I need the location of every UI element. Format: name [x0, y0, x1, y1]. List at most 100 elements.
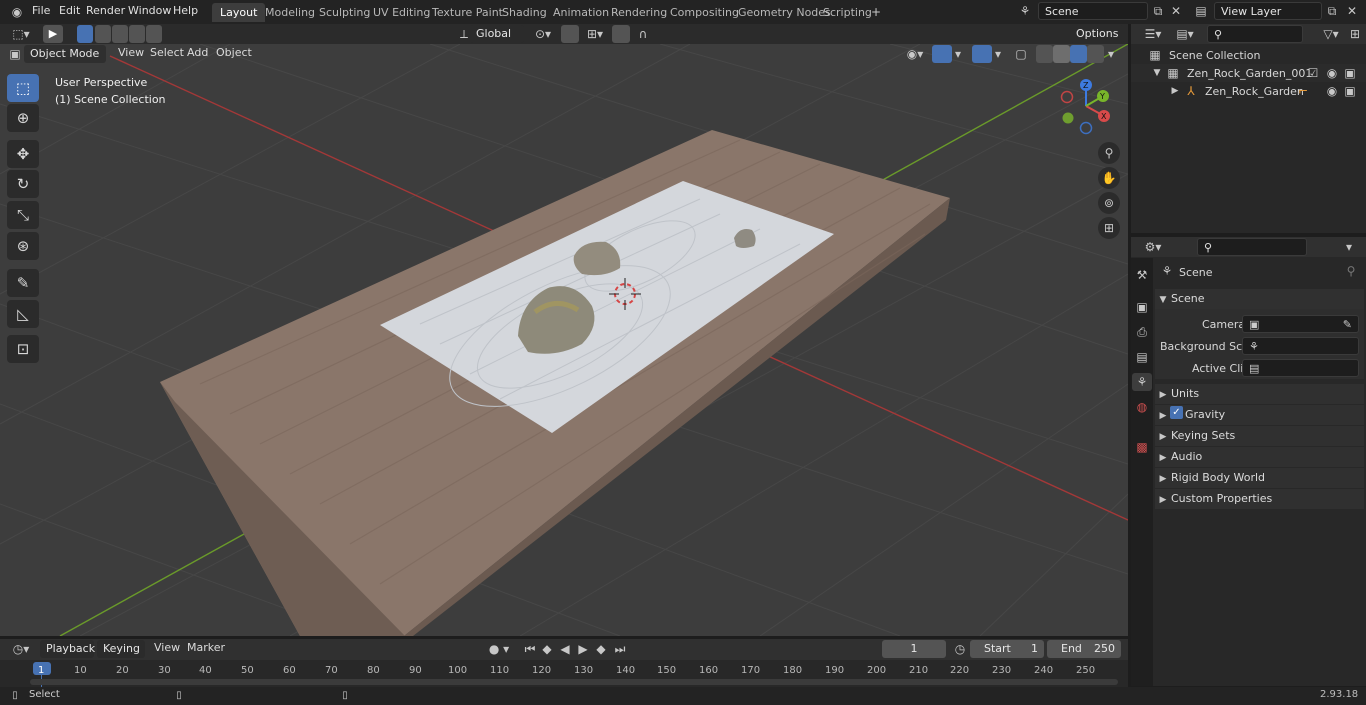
scene-panel-header[interactable]: ▼ Scene	[1155, 289, 1364, 309]
rigid-body-world-panel[interactable]: ▶ Rigid Body World	[1155, 468, 1364, 488]
view-layer-tab-icon[interactable]: ▤	[1134, 348, 1150, 366]
tool-tab-icon[interactable]: ⚒	[1134, 266, 1150, 284]
menu-window[interactable]: Window	[128, 4, 171, 17]
annotate-tool-icon[interactable]: ✎	[7, 269, 39, 297]
units-panel[interactable]: ▶ Units	[1155, 384, 1364, 404]
properties-search-input[interactable]: ⚲	[1197, 238, 1307, 256]
select-invert-icon[interactable]	[129, 25, 145, 43]
editor-type-icon[interactable]: ⬚▾	[8, 25, 34, 43]
gizmo-toggle-icon[interactable]	[932, 45, 952, 63]
texture-tab-icon[interactable]: ▩	[1134, 438, 1150, 456]
panel-collapse-icon[interactable]: ▼	[1158, 291, 1168, 309]
start-frame-field[interactable]: Start 1	[970, 640, 1044, 658]
expand-arrow-icon[interactable]: ▼	[1151, 64, 1163, 82]
proportional-edit-icon[interactable]	[612, 25, 630, 43]
keying-menu[interactable]: Keying	[97, 640, 145, 658]
transform-orientation-dropdown[interactable]: Global	[470, 25, 524, 43]
camera-render-icon[interactable]: ▣	[1342, 82, 1358, 100]
pin-icon[interactable]: ⚲	[1343, 262, 1359, 280]
custom-properties-panel[interactable]: ▶ Custom Properties	[1155, 489, 1364, 509]
world-tab-icon[interactable]: ◍	[1134, 398, 1150, 416]
properties-options-icon[interactable]: ▾	[1341, 238, 1357, 256]
add-cube-tool-icon[interactable]: ⊡	[7, 335, 39, 363]
select-box-tool-icon[interactable]: ⬚	[7, 74, 39, 102]
blender-logo-icon[interactable]: ◉	[8, 3, 26, 21]
gizmo-dropdown-icon[interactable]: ▾	[952, 45, 964, 63]
outliner-row-collection[interactable]: ▼ ▦ Zen_Rock_Garden_001 ☑ ◉ ▣	[1131, 64, 1366, 82]
delete-view-layer-icon[interactable]: ✕	[1344, 2, 1360, 20]
panel-expand-icon[interactable]: ▶	[1158, 470, 1168, 488]
scale-tool-icon[interactable]: ⤡	[7, 201, 39, 229]
expand-arrow-icon[interactable]: ▶	[1169, 82, 1181, 100]
panel-expand-icon[interactable]: ▶	[1158, 407, 1168, 425]
snap-toggle-icon[interactable]	[561, 25, 579, 43]
measure-tool-icon[interactable]: ◺	[7, 300, 39, 328]
panel-expand-icon[interactable]: ▶	[1158, 428, 1168, 446]
outliner-row-object[interactable]: ▶ ⅄ Zen_Rock_Garden ⌐ ◉ ▣	[1131, 82, 1366, 100]
output-tab-icon[interactable]: ⎙	[1134, 323, 1150, 341]
view-layer-field[interactable]: View Layer	[1214, 2, 1322, 20]
select-intersect-icon[interactable]	[146, 25, 162, 43]
select-new-icon[interactable]	[77, 25, 93, 43]
viewport-menu-object[interactable]: Object	[216, 46, 252, 59]
overlays-toggle-icon[interactable]	[972, 45, 992, 63]
shading-dropdown-icon[interactable]: ▾	[1105, 45, 1117, 63]
viewport-menu-select[interactable]: Select	[150, 46, 184, 59]
display-mode-icon[interactable]: ▤▾	[1171, 25, 1199, 43]
eye-icon[interactable]: ◉	[1324, 82, 1340, 100]
camera-render-icon[interactable]: ▣	[1342, 64, 1358, 82]
view-layer-selector-icon[interactable]: ▤	[1190, 2, 1212, 20]
scene-tab-icon[interactable]: ⚘	[1132, 373, 1152, 391]
options-dropdown[interactable]: Options	[1070, 25, 1124, 43]
cursor-tool-icon[interactable]: ⊕	[7, 104, 39, 132]
gravity-checkbox[interactable]: ✓	[1170, 406, 1183, 419]
outliner-search-input[interactable]: ⚲	[1207, 25, 1303, 43]
select-extend-icon[interactable]	[95, 25, 111, 43]
falloff-icon[interactable]: ∩	[632, 25, 654, 43]
overlays-dropdown-icon[interactable]: ▾	[992, 45, 1004, 63]
delete-scene-icon[interactable]: ✕	[1168, 2, 1184, 20]
play-reverse-icon[interactable]: ◀	[557, 640, 573, 658]
new-view-layer-icon[interactable]: ⧉	[1324, 2, 1340, 20]
panel-expand-icon[interactable]: ▶	[1158, 491, 1168, 509]
transform-tool-icon[interactable]: ⊛	[7, 232, 39, 260]
panel-expand-icon[interactable]: ▶	[1158, 449, 1168, 467]
keying-sets-panel[interactable]: ▶ Keying Sets	[1155, 426, 1364, 446]
object-mode-dropdown[interactable]: Object Mode	[24, 45, 106, 63]
end-frame-field[interactable]: End 250	[1047, 640, 1121, 658]
new-scene-icon[interactable]: ⧉	[1150, 2, 1166, 20]
outliner-editor-type-icon[interactable]: ☰▾	[1139, 25, 1167, 43]
render-tab-icon[interactable]: ▣	[1134, 298, 1150, 316]
shading-wireframe-icon[interactable]	[1036, 45, 1053, 63]
timeline-editor-type-icon[interactable]: ◷▾	[8, 640, 34, 658]
move-tool-icon[interactable]: ✥	[7, 140, 39, 168]
shading-rendered-icon[interactable]	[1087, 45, 1104, 63]
filter-icon[interactable]: ▽▾	[1317, 25, 1345, 43]
gravity-panel[interactable]: ▶ ✓ Gravity	[1155, 405, 1364, 425]
select-subtract-icon[interactable]	[112, 25, 128, 43]
add-workspace-icon[interactable]: +	[868, 3, 884, 21]
timeline-view-menu[interactable]: View	[154, 641, 180, 654]
current-frame-field[interactable]: 1	[882, 640, 946, 658]
preview-range-icon[interactable]: ◷	[952, 640, 968, 658]
audio-panel[interactable]: ▶ Audio	[1155, 447, 1364, 467]
pan-view-icon[interactable]: ✋	[1098, 167, 1120, 189]
timeline-scrollbar[interactable]	[30, 679, 1118, 685]
panel-expand-icon[interactable]: ▶	[1158, 386, 1168, 404]
jump-end-icon[interactable]: ⏭	[612, 640, 628, 658]
rotate-tool-icon[interactable]: ↻	[7, 170, 39, 198]
record-keyframe-icon[interactable]: ● ▾	[482, 640, 516, 658]
menu-help[interactable]: Help	[173, 4, 198, 17]
snap-target-icon[interactable]: ⊞▾	[582, 25, 608, 43]
visibility-icon[interactable]: ◉▾	[902, 45, 928, 63]
eye-icon[interactable]: ◉	[1324, 64, 1340, 82]
properties-editor-type-icon[interactable]: ⚙▾	[1139, 238, 1167, 256]
exclude-checkbox-icon[interactable]: ☑	[1306, 64, 1320, 82]
shading-material-icon[interactable]	[1070, 45, 1087, 63]
viewport-menu-add[interactable]: Add	[187, 46, 208, 59]
play-icon[interactable]: ▶	[575, 640, 591, 658]
menu-edit[interactable]: Edit	[59, 4, 80, 17]
new-collection-icon[interactable]: ⊞	[1347, 25, 1363, 43]
prev-keyframe-icon[interactable]: ◆	[539, 640, 555, 658]
select-tool-icon[interactable]: ▶	[43, 25, 63, 43]
